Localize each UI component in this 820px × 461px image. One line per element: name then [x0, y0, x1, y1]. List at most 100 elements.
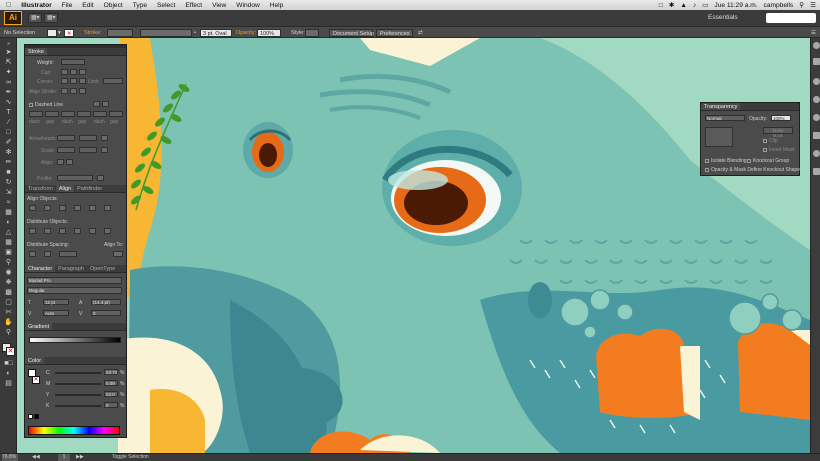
- search-stock-input[interactable]: [766, 13, 816, 23]
- miter-join-icon[interactable]: [61, 78, 68, 84]
- symbols-icon[interactable]: [813, 96, 820, 103]
- align-vcenter-icon[interactable]: [89, 205, 96, 211]
- bluetooth-icon[interactable]: ✱: [669, 1, 675, 9]
- dashed-line-checkbox[interactable]: Dashed Line: [29, 102, 63, 108]
- menu-help[interactable]: Help: [265, 2, 289, 9]
- align-to-selection-icon[interactable]: [113, 251, 123, 257]
- align-right-icon[interactable]: [59, 205, 66, 211]
- font-size-field[interactable]: 12 pt: [43, 299, 69, 305]
- align-bottom-icon[interactable]: [104, 205, 111, 211]
- next-artboard-icon[interactable]: ▶▶: [76, 454, 84, 461]
- start-arrowhead-select[interactable]: [57, 135, 75, 141]
- menubar-user[interactable]: campbells: [764, 2, 794, 9]
- blend-mode-select[interactable]: Normal: [705, 115, 745, 121]
- rectangle-tool-icon[interactable]: □: [3, 129, 14, 137]
- dropbox-icon[interactable]: □: [659, 2, 663, 9]
- artboards-icon[interactable]: [813, 168, 820, 175]
- distribute-left-icon[interactable]: [74, 228, 81, 234]
- eraser-tool-icon[interactable]: ■: [3, 169, 14, 177]
- graphic-style-swatch[interactable]: [305, 28, 319, 37]
- align-center-icon[interactable]: [61, 88, 68, 94]
- end-scale-field[interactable]: [79, 147, 97, 153]
- projecting-cap-icon[interactable]: [79, 69, 86, 75]
- shaper-tool-icon[interactable]: ✻: [3, 149, 14, 157]
- align-left-icon[interactable]: [29, 205, 36, 211]
- artboard-tool-icon[interactable]: ▢: [3, 299, 14, 307]
- magic-wand-tool-icon[interactable]: ✦: [3, 69, 14, 77]
- tab-paragraph[interactable]: Paragraph: [55, 265, 87, 272]
- appearance-icon[interactable]: [813, 114, 820, 121]
- white-swatch[interactable]: [28, 414, 33, 419]
- round-cap-icon[interactable]: [70, 69, 77, 75]
- arrange-documents-dropdown[interactable]: ▦▾: [44, 13, 58, 23]
- spotlight-icon[interactable]: ⚲: [799, 1, 804, 9]
- fill-dropdown-icon[interactable]: ▾: [58, 29, 62, 37]
- stroke-swatch[interactable]: ✕: [64, 28, 74, 37]
- cyan-value[interactable]: 23.72: [104, 369, 118, 375]
- color-mode-icons[interactable]: ■□: [3, 360, 14, 368]
- eyedropper-tool-icon[interactable]: ⚲: [3, 259, 14, 267]
- menu-window[interactable]: Window: [231, 2, 264, 9]
- brushes-icon[interactable]: [813, 78, 820, 85]
- color-panel-title[interactable]: Color: [25, 357, 45, 364]
- make-mask-button[interactable]: Make Mask: [763, 127, 793, 138]
- document-setup-button[interactable]: Document Setup: [329, 28, 374, 37]
- flip-profile-icon[interactable]: [97, 175, 104, 181]
- menu-effect[interactable]: Effect: [180, 2, 207, 9]
- vertical-spacing-icon[interactable]: [29, 251, 36, 257]
- pencil-tool-icon[interactable]: ✏: [3, 159, 14, 167]
- free-transform-tool-icon[interactable]: ▦: [3, 209, 14, 217]
- color-guide-icon[interactable]: [813, 42, 820, 49]
- control-menu-icon[interactable]: ☰: [811, 29, 816, 37]
- distribute-vcenter-icon[interactable]: [44, 228, 51, 234]
- scale-tool-icon[interactable]: ⇲: [3, 189, 14, 197]
- link-scale-icon[interactable]: [101, 147, 108, 153]
- apple-icon[interactable]: : [0, 2, 16, 9]
- spacing-field[interactable]: [59, 251, 77, 257]
- brush-definition[interactable]: 3 pt. Oval: [200, 28, 232, 37]
- stroke-panel-header[interactable]: Stroke: [25, 48, 126, 56]
- arrow-tip-at-end-icon[interactable]: [66, 159, 73, 165]
- stroke-label[interactable]: Stroke:: [84, 29, 101, 37]
- bridge-dropdown[interactable]: ▦▾: [28, 13, 42, 23]
- color-stroke-swatch[interactable]: ✕: [32, 376, 40, 384]
- align-inside-icon[interactable]: [70, 88, 77, 94]
- dash-field-1[interactable]: [29, 111, 43, 117]
- tracking-field[interactable]: 0: [91, 310, 121, 316]
- list-icon[interactable]: ☰: [810, 1, 816, 9]
- menu-file[interactable]: File: [57, 2, 78, 9]
- perspective-grid-tool-icon[interactable]: △: [3, 229, 14, 237]
- hand-tool-icon[interactable]: ✋: [3, 319, 14, 327]
- arrange-icon[interactable]: ⇄: [418, 29, 423, 37]
- butt-cap-icon[interactable]: [61, 69, 68, 75]
- dash-field-3[interactable]: [93, 111, 107, 117]
- fill-swatch[interactable]: [47, 28, 57, 37]
- invert-mask-checkbox[interactable]: Invert Mask: [763, 147, 795, 153]
- bevel-join-icon[interactable]: [79, 78, 86, 84]
- transparency-panel-header[interactable]: Transparency: [701, 103, 799, 111]
- profile-select[interactable]: [57, 175, 93, 181]
- zoom-field[interactable]: 76.8%: [2, 454, 18, 461]
- zoom-tool-icon[interactable]: ⚲: [3, 329, 14, 337]
- font-style-select[interactable]: Regular: [27, 287, 122, 294]
- dash-field-2[interactable]: [61, 111, 75, 117]
- artboard-canvas[interactable]: [17, 38, 810, 453]
- collapse-toolbar-icon[interactable]: »: [3, 40, 14, 48]
- menu-select[interactable]: Select: [152, 2, 180, 9]
- yellow-slider[interactable]: [55, 394, 101, 396]
- graphic-styles-icon[interactable]: [813, 132, 820, 139]
- tab-transform[interactable]: Transform: [25, 185, 56, 192]
- distribute-bottom-icon[interactable]: [59, 228, 66, 234]
- mesh-tool-icon[interactable]: ▦: [3, 239, 14, 247]
- menu-type[interactable]: Type: [128, 2, 152, 9]
- align-hcenter-icon[interactable]: [44, 205, 51, 211]
- paintbrush-tool-icon[interactable]: ✐: [3, 139, 14, 147]
- tab-pathfinder[interactable]: Pathfinder: [74, 185, 105, 192]
- gradient-panel-title[interactable]: Gradient: [25, 323, 53, 330]
- line-tool-icon[interactable]: ∕: [3, 119, 14, 127]
- menu-edit[interactable]: Edit: [77, 2, 98, 9]
- curvature-tool-icon[interactable]: ∿: [3, 99, 14, 107]
- tab-character[interactable]: Character: [25, 265, 56, 272]
- black-swatch[interactable]: [34, 414, 39, 419]
- black-slider[interactable]: [55, 405, 101, 407]
